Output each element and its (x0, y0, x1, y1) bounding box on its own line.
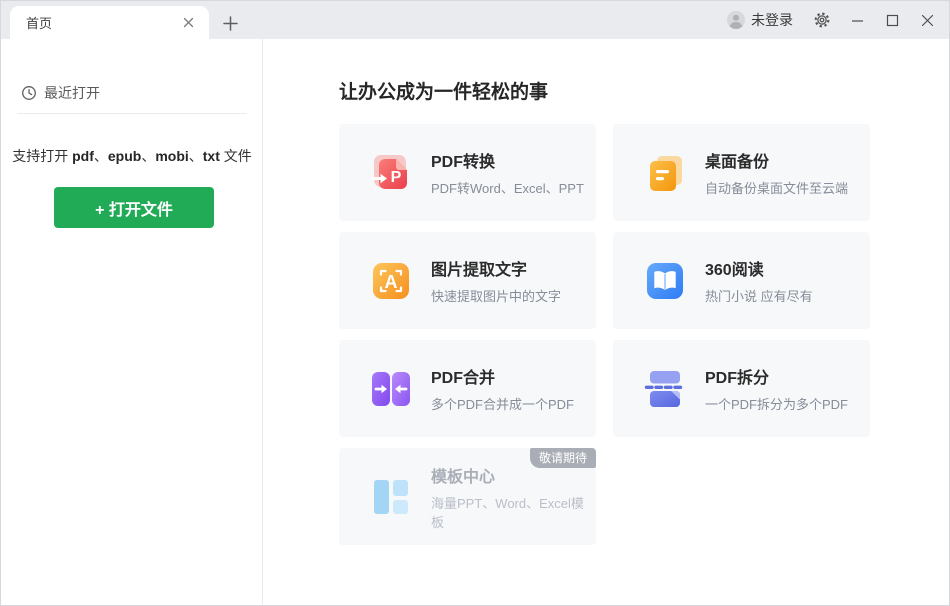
feature-card-image-ocr[interactable]: A 图片提取文字 快速提取图片中的文字 (339, 232, 596, 329)
card-subtitle: 自动备份桌面文件至云端 (705, 178, 848, 197)
tab-close-icon[interactable] (179, 14, 197, 32)
close-icon (921, 14, 934, 27)
card-subtitle: 海量PPT、Word、Excel模板 (431, 493, 596, 531)
template-center-icon (369, 475, 413, 519)
svg-text:P: P (391, 169, 402, 186)
gear-icon (813, 11, 831, 29)
feature-card-360-reader[interactable]: 360阅读 热门小说 应有尽有 (613, 232, 870, 329)
feature-card-pdf-convert[interactable]: P PDF转换 PDF转Word、Excel、PPT (339, 124, 596, 221)
card-title: 桌面备份 (705, 148, 848, 172)
sidebar-divider (17, 113, 247, 114)
feature-card-desktop-backup[interactable]: 桌面备份 自动备份桌面文件至云端 (613, 124, 870, 221)
card-title: 图片提取文字 (431, 256, 561, 280)
supported-formats-text: 支持打开 pdf、epub、mobi、txt 文件 (1, 146, 263, 166)
pdf-merge-icon (369, 367, 413, 411)
clock-icon (21, 85, 37, 101)
tab-bar: 首页 未登录 (1, 1, 949, 39)
tab-label: 首页 (26, 13, 179, 32)
card-subtitle: 多个PDF合并成一个PDF (431, 394, 574, 413)
image-ocr-icon: A (369, 259, 413, 303)
card-title: 360阅读 (705, 256, 813, 280)
card-subtitle: PDF转Word、Excel、PPT (431, 178, 584, 197)
book-reader-icon (643, 259, 687, 303)
card-title: PDF合并 (431, 364, 574, 388)
login-label: 未登录 (751, 10, 793, 30)
pdf-split-icon (643, 367, 687, 411)
content-area: 最近打开 支持打开 pdf、epub、mobi、txt 文件 + 打开文件 让办… (1, 39, 949, 606)
sidebar-item-recent[interactable]: 最近打开 (21, 83, 100, 103)
page-title: 让办公成为一件轻松的事 (339, 77, 548, 104)
avatar-icon (726, 10, 746, 30)
new-tab-button[interactable] (217, 10, 243, 36)
open-file-button[interactable]: + 打开文件 (54, 187, 214, 228)
card-subtitle: 热门小说 应有尽有 (705, 286, 813, 305)
maximize-button[interactable] (878, 6, 906, 34)
feature-card-pdf-split[interactable]: PDF拆分 一个PDF拆分为多个PDF (613, 340, 870, 437)
app-window: 首页 未登录 (0, 0, 950, 606)
card-title: PDF转换 (431, 148, 584, 172)
svg-text:A: A (385, 272, 398, 292)
settings-button[interactable] (808, 6, 836, 34)
pdf-convert-icon: P (369, 151, 413, 195)
feature-card-pdf-merge[interactable]: PDF合并 多个PDF合并成一个PDF (339, 340, 596, 437)
titlebar-controls: 未登录 (726, 1, 941, 39)
recent-label: 最近打开 (44, 83, 100, 103)
minimize-icon (851, 14, 864, 27)
desktop-backup-icon (643, 151, 687, 195)
maximize-icon (886, 14, 899, 27)
card-subtitle: 快速提取图片中的文字 (431, 286, 561, 305)
main-panel: 让办公成为一件轻松的事 P (263, 39, 950, 606)
feature-card-template-center: 敬请期待 模板中心 海量PPT、Word、Excel模板 (339, 448, 596, 545)
coming-soon-badge: 敬请期待 (530, 448, 596, 468)
sidebar: 最近打开 支持打开 pdf、epub、mobi、txt 文件 + 打开文件 (1, 39, 263, 606)
login-area[interactable]: 未登录 (726, 10, 793, 30)
card-subtitle: 一个PDF拆分为多个PDF (705, 394, 848, 413)
minimize-button[interactable] (843, 6, 871, 34)
tab-home[interactable]: 首页 (10, 6, 209, 39)
feature-grid: P PDF转换 PDF转Word、Excel、PPT (339, 124, 871, 545)
card-title: PDF拆分 (705, 364, 848, 388)
close-button[interactable] (913, 6, 941, 34)
